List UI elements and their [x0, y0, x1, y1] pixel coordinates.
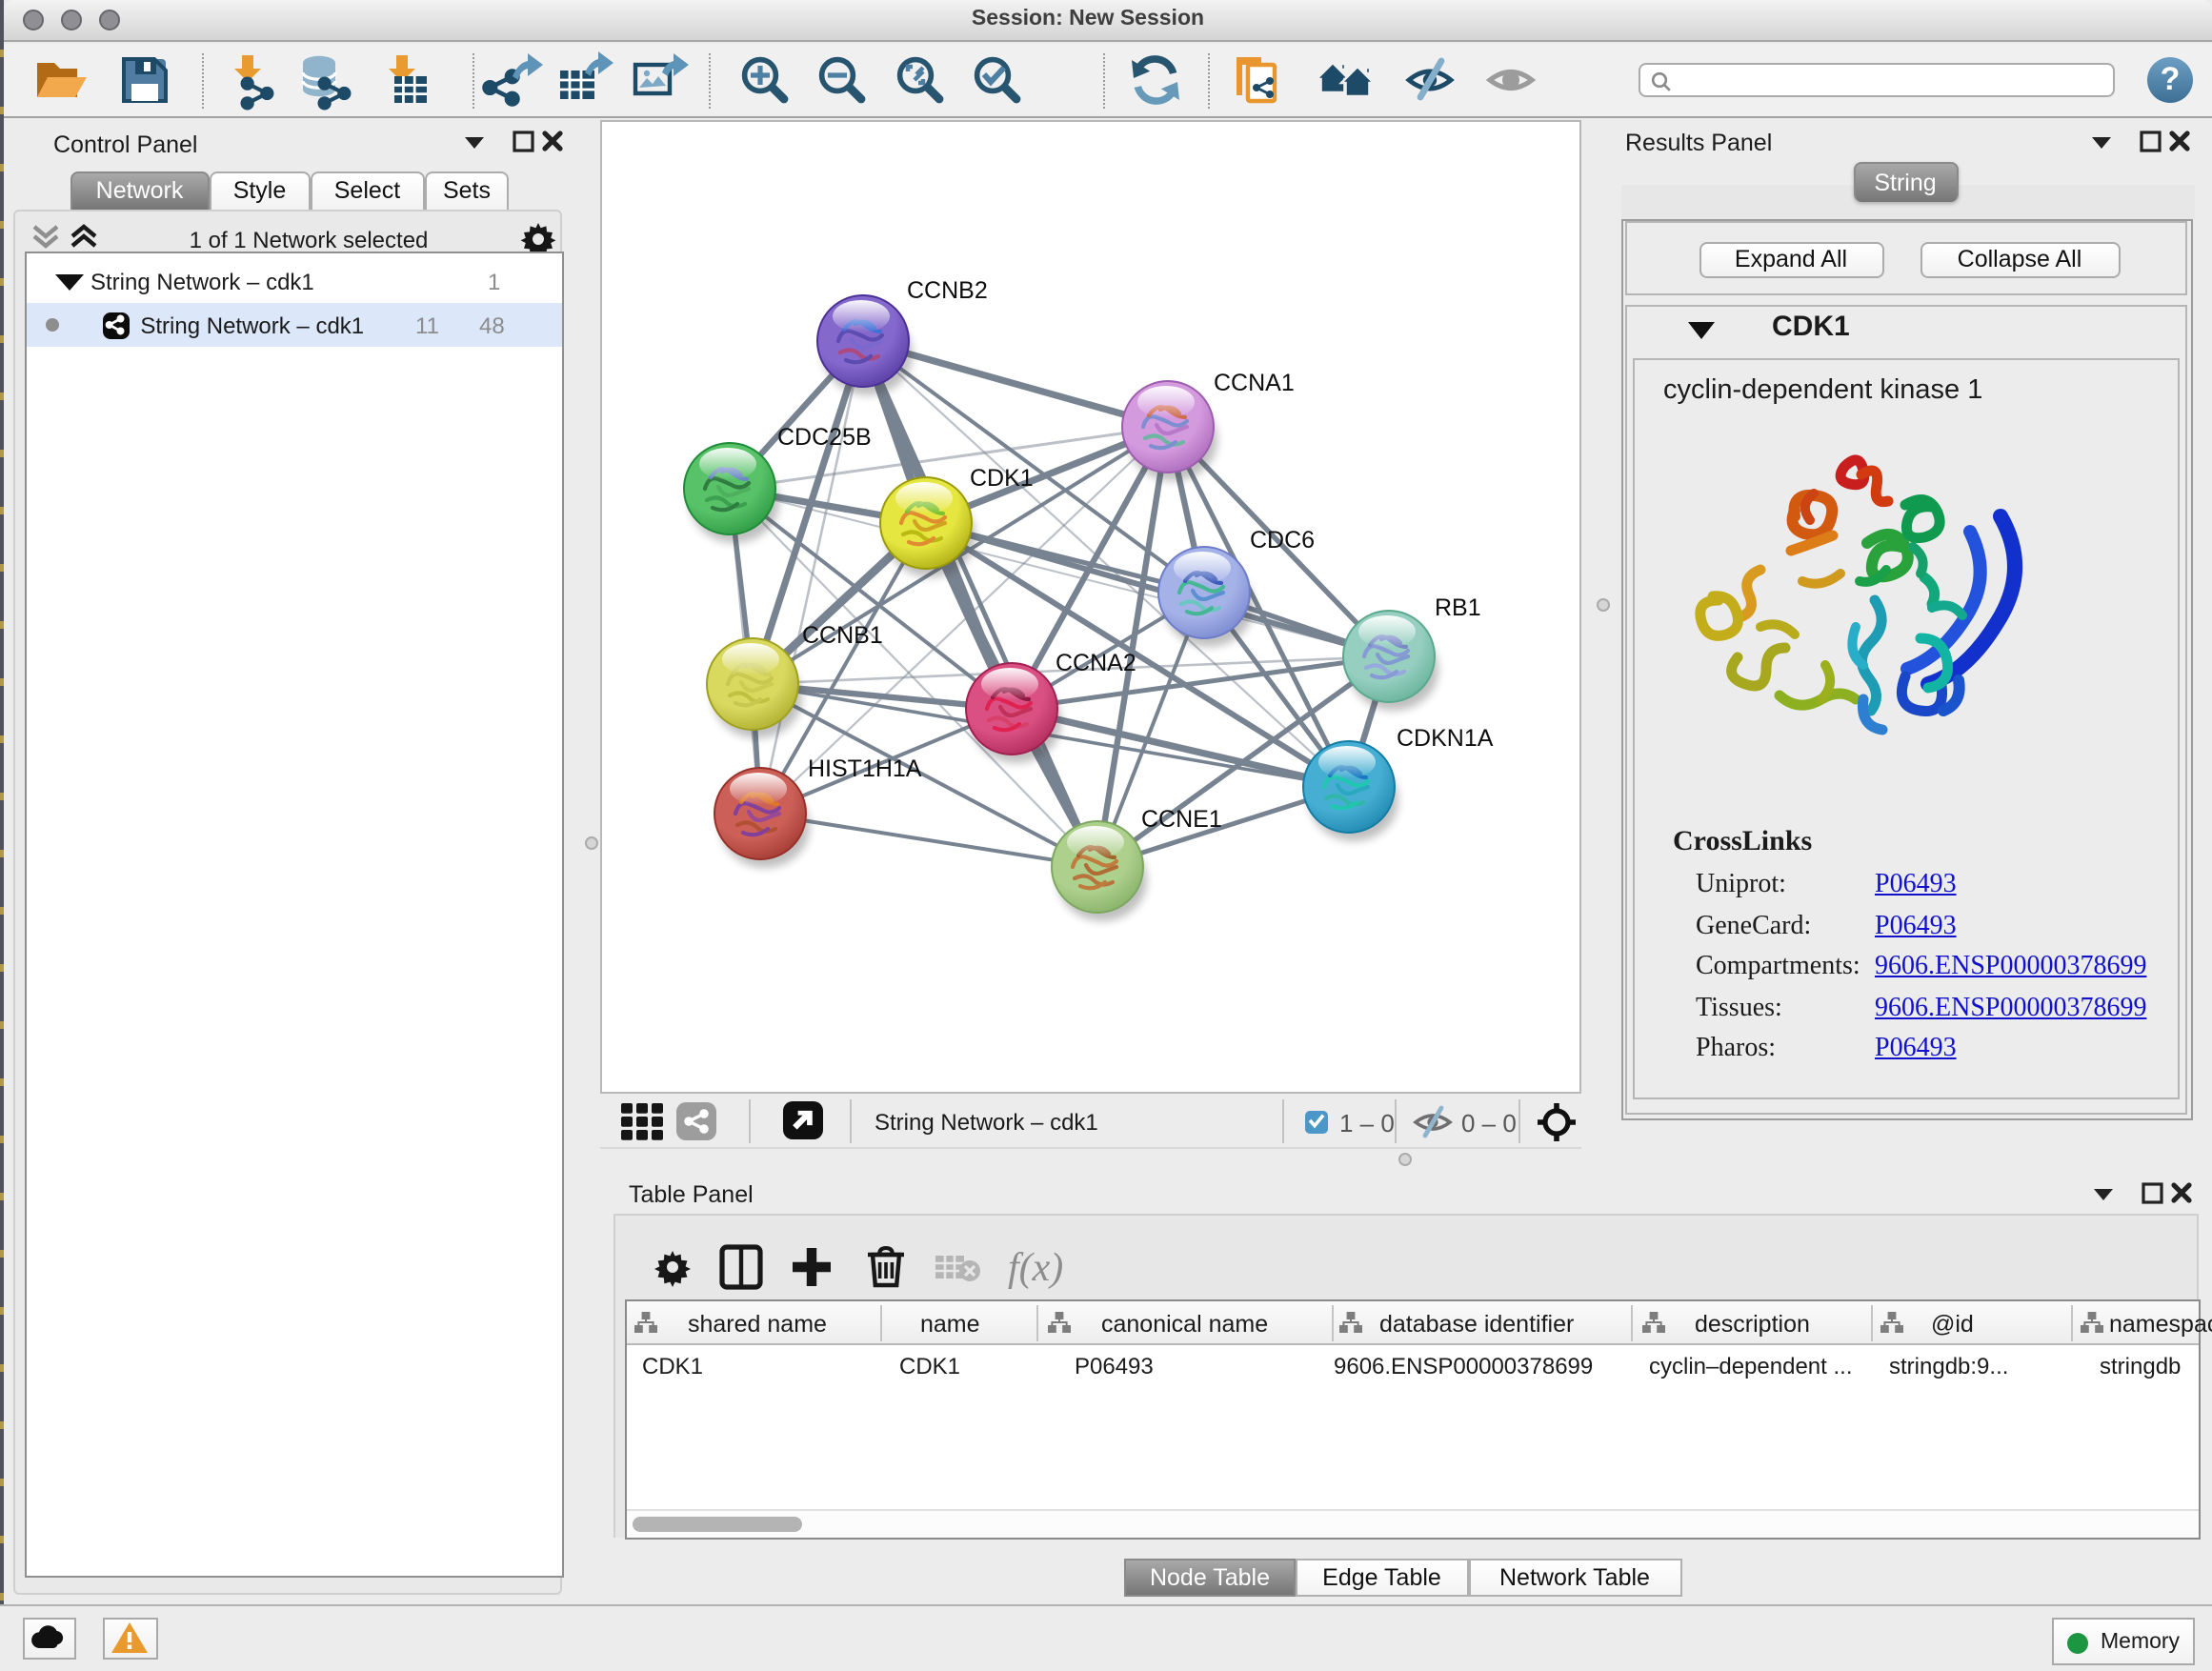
svg-text:CDKN1A: CDKN1A: [1397, 725, 1494, 752]
svg-text:CDC25B: CDC25B: [777, 424, 872, 451]
svg-text:CCNB2: CCNB2: [907, 277, 988, 304]
svg-text:CCNA2: CCNA2: [1056, 650, 1136, 676]
svg-text:CCNB1: CCNB1: [802, 622, 883, 649]
svg-text:CCNE1: CCNE1: [1141, 806, 1222, 833]
svg-text:CDK1: CDK1: [970, 465, 1034, 492]
svg-text:CCNA1: CCNA1: [1214, 370, 1295, 396]
svg-text:CDC6: CDC6: [1250, 527, 1315, 554]
svg-text:f(x): f(x): [1008, 1246, 1063, 1290]
svg-text:RB1: RB1: [1435, 594, 1481, 621]
svg-text:HIST1H1A: HIST1H1A: [808, 755, 922, 782]
